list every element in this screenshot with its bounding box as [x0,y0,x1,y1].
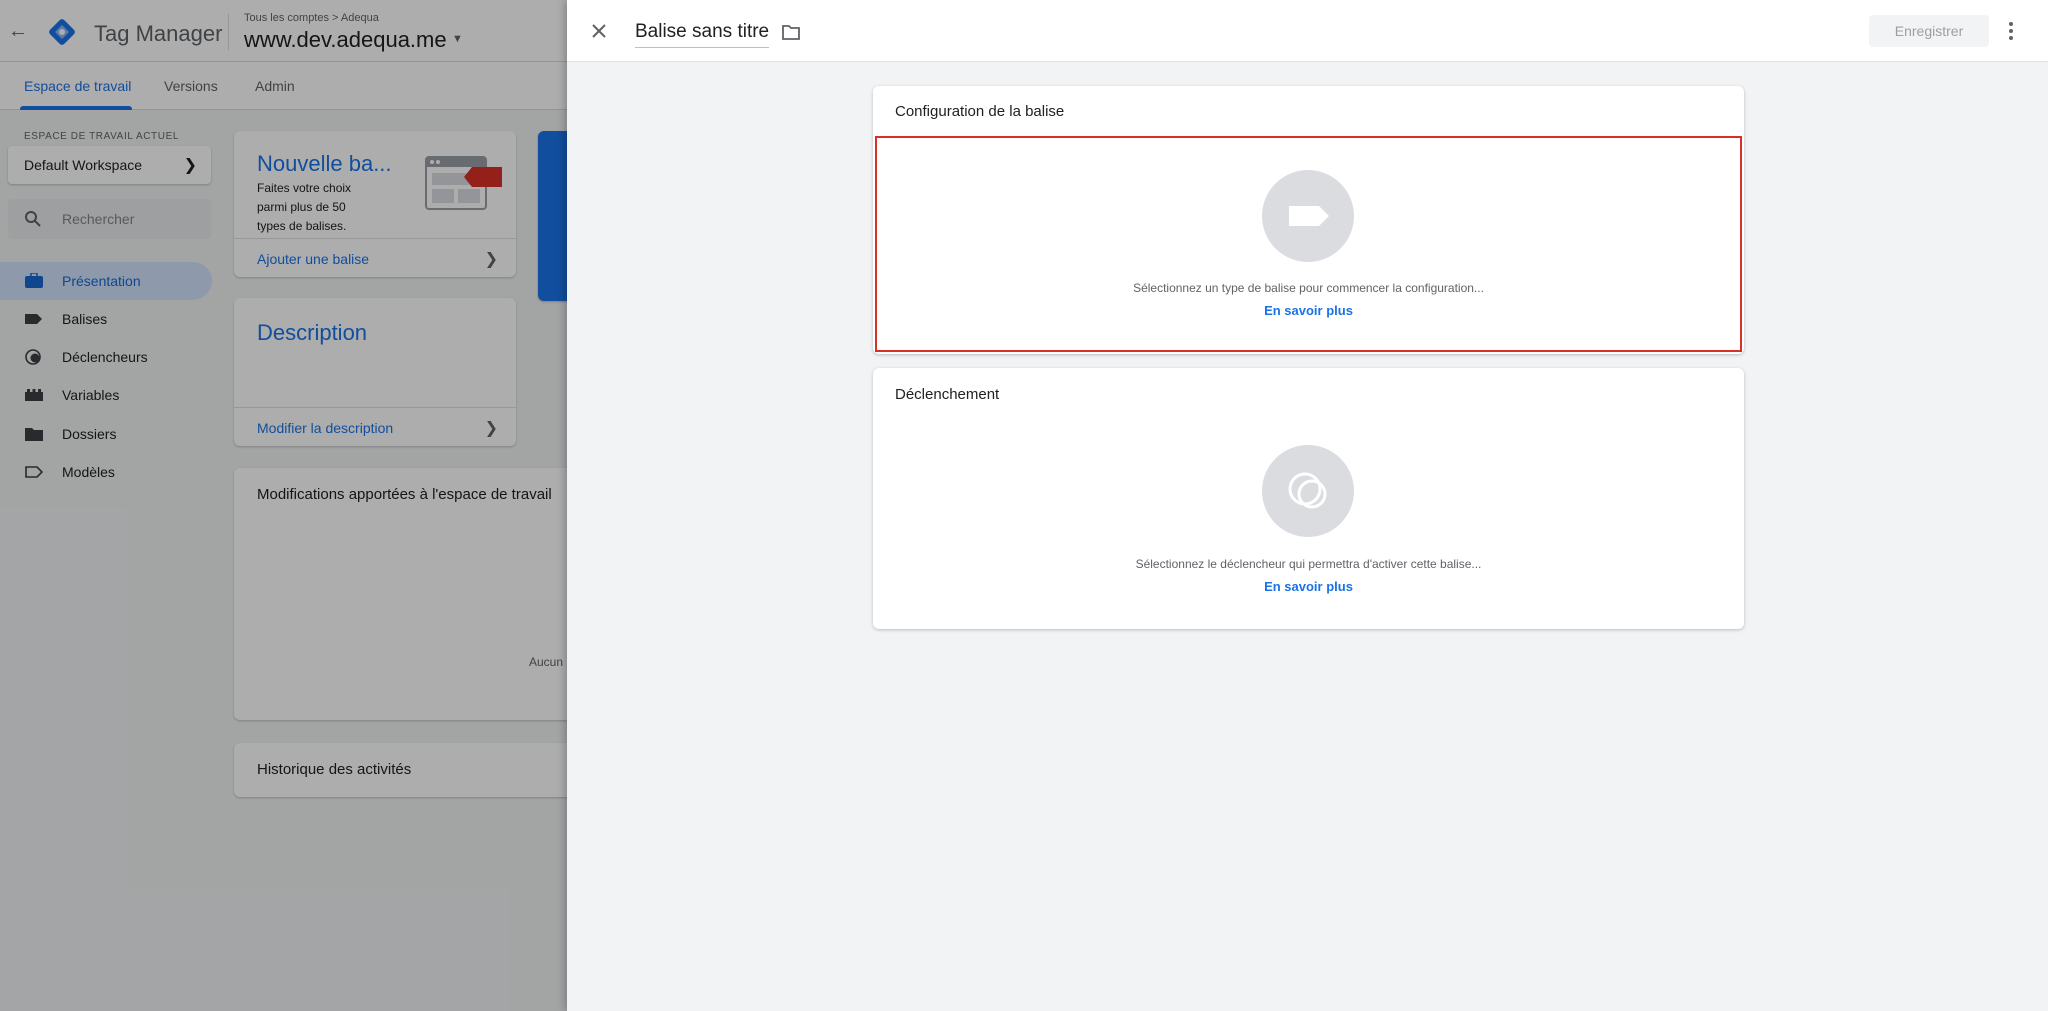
tag-editor-sheet: Balise sans titre Enregistrer Configurat… [567,0,2048,1011]
close-icon[interactable] [589,21,609,41]
tag-learn-more-link[interactable]: En savoir plus [877,303,1740,318]
triggering-card[interactable]: Déclenchement Sélectionnez le déclencheu… [873,368,1744,629]
tag-configuration-card: Configuration de la balise Sélectionnez … [873,86,1744,354]
sheet-header: Balise sans titre Enregistrer [567,0,2048,62]
tag-name-field[interactable]: Balise sans titre [635,21,770,48]
more-vert-icon[interactable] [2008,20,2014,42]
tag-configuration-title: Configuration de la balise [895,103,1065,120]
tag-icon [1289,206,1329,226]
trigger-placeholder[interactable] [1262,445,1354,537]
tag-type-placeholder[interactable] [1262,170,1354,262]
triggering-title: Déclenchement [895,386,1000,403]
trigger-prompt: Sélectionnez le déclencheur qui permettr… [1135,557,1482,571]
trigger-learn-more-link[interactable]: En savoir plus [873,579,1744,594]
save-button[interactable]: Enregistrer [1869,15,1989,47]
trigger-icon [1288,472,1327,509]
tag-type-prompt: Sélectionnez un type de balise pour comm… [1133,281,1484,295]
tag-type-selector[interactable]: Sélectionnez un type de balise pour comm… [875,136,1742,352]
folder-icon[interactable] [781,23,801,41]
